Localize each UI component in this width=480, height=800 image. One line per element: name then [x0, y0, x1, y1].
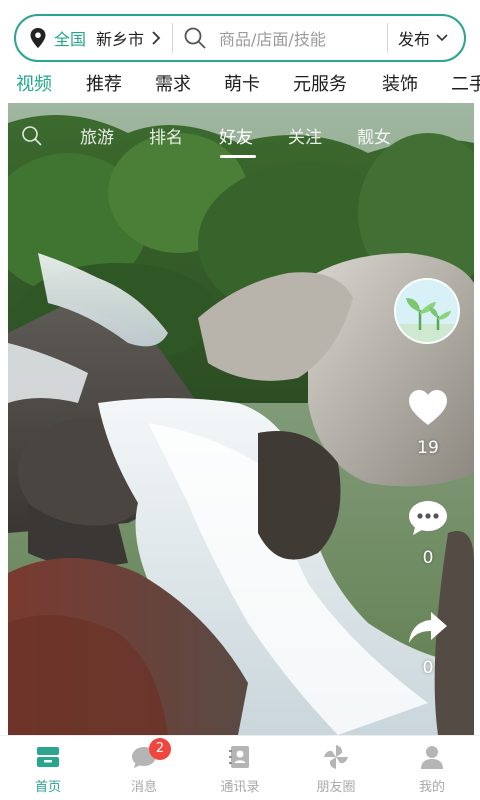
home-icon: [37, 747, 59, 767]
category-tab-meta-service[interactable]: 元服务: [293, 70, 347, 96]
sub-tab-friends[interactable]: 好友: [219, 123, 253, 148]
search-icon[interactable]: [21, 125, 43, 147]
category-tab-mengka[interactable]: 萌卡: [224, 70, 260, 96]
contacts-icon: [229, 746, 249, 768]
category-tabs: 视频 推荐 需求 萌卡 元服务 装饰 二手: [0, 64, 480, 102]
chevron-down-icon: [436, 34, 448, 42]
heart-icon: [409, 390, 447, 425]
share-button[interactable]: 0: [398, 608, 458, 678]
nav-contacts[interactable]: 通讯录: [192, 744, 288, 795]
location-city: 新乡市: [96, 30, 145, 49]
sub-tab-ranking[interactable]: 排名: [149, 123, 183, 148]
moments-icon: [324, 745, 348, 769]
bottom-nav: 首页 消息 2 通讯录 朋友圈 我的: [0, 735, 480, 800]
search-icon: [184, 27, 206, 49]
comment-icon: [409, 501, 447, 535]
share-count: 0: [422, 658, 434, 678]
nav-profile[interactable]: 我的: [384, 744, 480, 795]
publish-button[interactable]: 发布: [398, 16, 464, 60]
creator-avatar[interactable]: [394, 278, 460, 344]
category-tab-demand[interactable]: 需求: [155, 70, 191, 96]
location-selector[interactable]: 全国 新乡市: [16, 16, 162, 60]
active-sub-tab-indicator: [220, 155, 256, 158]
nav-home-label: 首页: [34, 780, 61, 795]
location-scope: 全国: [54, 30, 87, 49]
divider: [386, 23, 388, 53]
unread-badge: 2: [149, 738, 171, 760]
category-tab-decoration[interactable]: 装饰: [382, 70, 418, 96]
chevron-right-icon: [152, 31, 161, 45]
share-icon: [409, 612, 447, 643]
sub-tab-travel[interactable]: 旅游: [80, 123, 114, 148]
search-bar: 全国 新乡市 商品/店面/技能 发布: [14, 14, 466, 62]
nav-contacts-label: 通讯录: [220, 780, 260, 795]
category-tab-secondhand[interactable]: 二手: [451, 70, 480, 96]
category-tab-recommend[interactable]: 推荐: [86, 70, 122, 96]
nav-messages[interactable]: 消息 2: [96, 738, 192, 795]
divider: [172, 23, 174, 53]
sub-tab-following[interactable]: 关注: [288, 123, 322, 148]
comment-button[interactable]: 0: [398, 498, 458, 568]
search-placeholder: 商品/店面/技能: [219, 30, 326, 49]
publish-label: 发布: [397, 30, 430, 49]
comment-count: 0: [422, 548, 434, 568]
sub-tab-beauty[interactable]: 靓女: [357, 123, 391, 148]
nav-home[interactable]: 首页: [0, 744, 96, 795]
location-pin-icon: [30, 28, 46, 48]
nav-profile-label: 我的: [418, 780, 445, 795]
nav-messages-label: 消息: [130, 780, 157, 795]
nav-moments[interactable]: 朋友圈: [288, 744, 384, 795]
profile-icon: [421, 746, 443, 769]
search-input[interactable]: 商品/店面/技能: [183, 16, 377, 60]
video-player[interactable]: 旅游 排名 好友 关注 靓女 19 0 0: [8, 103, 474, 735]
like-count: 19: [417, 438, 439, 458]
like-button[interactable]: 19: [398, 388, 458, 458]
video-sub-tabs: 旅游 排名 好友 关注 靓女: [8, 103, 474, 163]
category-tab-video[interactable]: 视频: [16, 70, 52, 96]
nav-moments-label: 朋友圈: [316, 780, 356, 795]
